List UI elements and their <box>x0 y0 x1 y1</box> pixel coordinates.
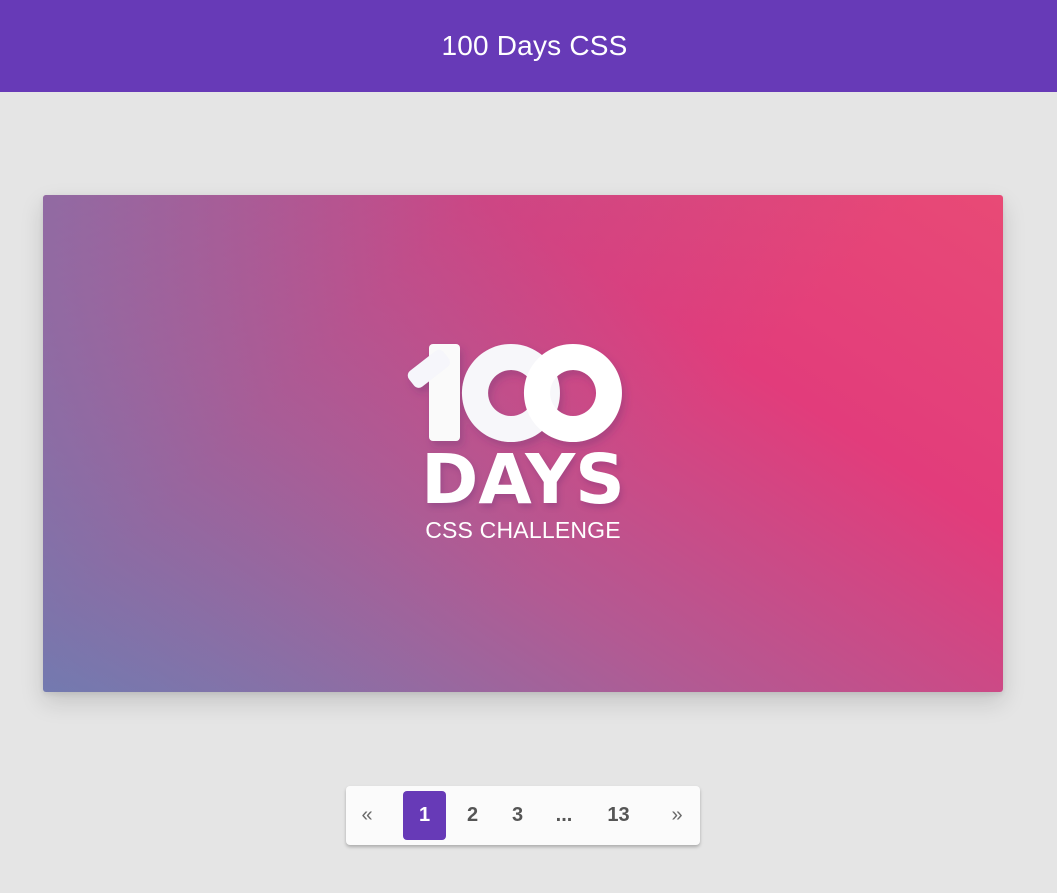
page-1-button[interactable]: 1 <box>403 791 446 840</box>
page-13-button[interactable]: 13 <box>601 791 636 840</box>
pagination: « 1 2 3 ... 13 » <box>346 786 700 845</box>
hero-banner: DAYS CSS CHALLENGE <box>43 195 1003 692</box>
logo-subtitle: CSS CHALLENGE <box>425 517 621 543</box>
page-2-button[interactable]: 2 <box>459 791 486 840</box>
page-3-button[interactable]: 3 <box>504 791 531 840</box>
pagination-ellipsis: ... <box>555 804 573 826</box>
logo-100-graphic <box>407 344 622 442</box>
top-app-bar: 100 Days CSS <box>0 0 1057 92</box>
next-page-button[interactable]: » <box>666 791 688 840</box>
prev-page-button[interactable]: « <box>356 791 378 840</box>
logo-days-text: DAYS <box>421 440 625 520</box>
app-title: 100 Days CSS <box>441 30 628 61</box>
